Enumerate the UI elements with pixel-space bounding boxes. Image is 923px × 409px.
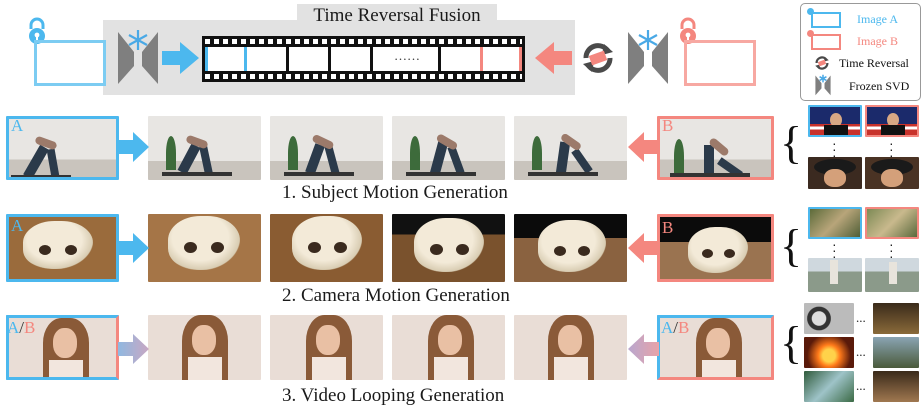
filmstrip-ellipsis: …… — [394, 48, 420, 63]
legend-image-a: Image A — [857, 12, 898, 26]
row3-tag-left-b: B — [24, 318, 36, 337]
example2-d — [865, 258, 919, 292]
example3-ellipsis-b: ... — [856, 344, 866, 359]
row1-frame-4 — [392, 116, 505, 180]
example2-a — [808, 207, 862, 239]
brace-row2: { — [780, 220, 803, 271]
example3-f — [873, 371, 919, 402]
filmstrip: …… — [202, 36, 525, 82]
row2-arrow-right-icon — [118, 233, 149, 263]
example1-c — [808, 157, 862, 189]
legend-image-b-swatch — [811, 34, 841, 50]
frozen-svd-icon-right — [628, 30, 668, 84]
row1-caption: 1. Subject Motion Generation — [282, 182, 508, 203]
legend-frozen-svd-icon — [815, 74, 831, 96]
row2-frame-5 — [514, 214, 627, 282]
example1-b — [865, 105, 919, 137]
example3-c — [804, 337, 854, 368]
row2-tag-b: B — [662, 218, 674, 237]
row3-arrow-right-icon — [118, 334, 149, 364]
legend-time-reversal: Time Reversal — [839, 56, 909, 70]
row2-tag-a: A — [11, 216, 24, 235]
arrow-left-pink-icon — [535, 42, 572, 74]
row1-arrow-right-icon — [118, 132, 149, 162]
example3-d — [873, 337, 919, 368]
example3-a — [804, 303, 854, 334]
row2-arrow-left-icon — [628, 233, 659, 263]
example3-ellipsis-a: ... — [856, 310, 866, 325]
arrow-right-blue-icon — [162, 42, 199, 74]
row1-frame-6 — [657, 116, 774, 180]
row3-frame-5 — [514, 315, 627, 380]
row3-tag-right: A/B — [661, 318, 689, 338]
time-reversal-icon — [583, 43, 613, 73]
row1-arrow-left-icon — [628, 132, 659, 162]
row3-frame-3 — [270, 315, 383, 380]
example3-e — [804, 371, 854, 402]
example2-dots-a: · · · — [832, 236, 837, 264]
row1-tag-b: B — [662, 116, 674, 135]
row3-frame-4 — [392, 315, 505, 380]
row1-frame-3 — [270, 116, 383, 180]
legend-time-reversal-icon — [815, 56, 829, 70]
example1-dots-a: · · · — [832, 135, 837, 163]
frozen-svd-icon-left — [118, 30, 158, 84]
row2-frame-3 — [270, 214, 383, 282]
example2-dots-b: · · · — [889, 236, 894, 264]
example2-c — [808, 258, 862, 292]
row3-arrow-left-icon — [628, 334, 659, 364]
row3-caption: 3. Video Looping Generation — [282, 385, 505, 406]
row3-tag-right-a: A — [661, 318, 674, 337]
row1-frame-5 — [514, 116, 627, 180]
legend-lock-a-icon — [807, 8, 814, 15]
row2-frame-4 — [392, 214, 505, 282]
brace-row1: { — [780, 117, 803, 168]
image-a-box — [34, 40, 106, 86]
example2-b — [865, 207, 919, 239]
legend: Image A Image B Time Reversal Frozen SVD — [800, 3, 921, 101]
row1-tag-a: A — [11, 116, 24, 135]
banner-title: Time Reversal Fusion — [297, 4, 497, 28]
row3-tag-left-a: A — [7, 318, 20, 337]
example1-d — [865, 157, 919, 189]
legend-image-b: Image B — [857, 34, 898, 48]
example1-dots-b: · · · — [889, 135, 894, 163]
brace-row3: { — [780, 317, 803, 368]
row3-tag-right-b: B — [678, 318, 690, 337]
legend-frozen-svd: Frozen SVD — [849, 79, 910, 93]
row2-frame-6 — [657, 214, 774, 282]
row2-caption: 2. Camera Motion Generation — [282, 285, 510, 306]
legend-image-a-swatch — [811, 12, 841, 28]
row3-frame-2 — [148, 315, 261, 380]
row3-tag-left: A/B — [7, 318, 35, 338]
legend-lock-b-icon — [807, 30, 814, 37]
row1-frame-2 — [148, 116, 261, 180]
example3-b — [873, 303, 919, 334]
row2-frame-2 — [148, 214, 261, 282]
example3-ellipsis-c: ... — [856, 378, 866, 393]
example1-a — [808, 105, 862, 137]
image-b-box — [684, 40, 756, 86]
